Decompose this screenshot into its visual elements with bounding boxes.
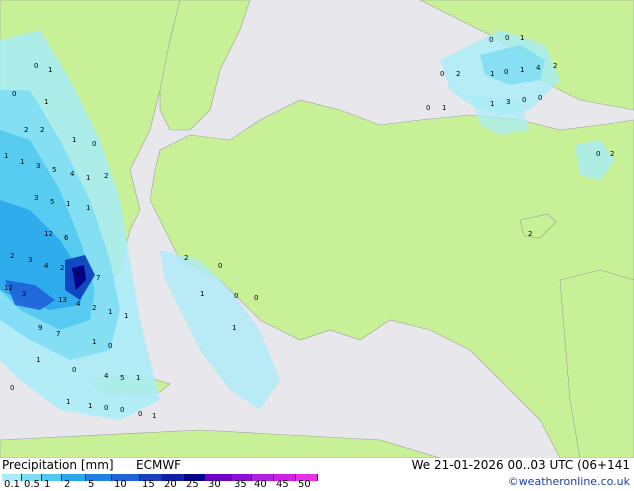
scale-label: 2 <box>64 479 71 490</box>
map-label: 0 <box>218 262 222 270</box>
map-label: 5 <box>52 166 56 174</box>
map-label: 1 <box>490 70 494 78</box>
map-label: 2 <box>24 126 28 134</box>
scale-label: 50 <box>298 479 311 490</box>
map-label: 12 <box>4 284 13 292</box>
map-label: 7 <box>56 330 60 338</box>
scale-label: 1 <box>44 479 51 490</box>
map-label: 1 <box>86 204 90 212</box>
map-label: 0 <box>10 384 14 392</box>
map-label: 1 <box>442 104 446 112</box>
map-label: 4 <box>76 300 81 308</box>
scale-label: 35 <box>234 479 247 490</box>
map-label: 1 <box>200 290 204 298</box>
map-label: 2 <box>456 70 460 78</box>
map-label: 0 <box>12 90 16 98</box>
map-label: 1 <box>520 66 524 74</box>
map-label: 1 <box>4 152 8 160</box>
map-label: 1 <box>20 158 24 166</box>
map-label: 3 <box>36 162 40 170</box>
scale-label: 30 <box>208 479 221 490</box>
map-label: 3 <box>28 256 32 264</box>
map-label: 7 <box>96 274 100 282</box>
map-label: 1 <box>66 200 70 208</box>
map-label: 1 <box>72 136 76 144</box>
map-label: 1 <box>520 34 524 42</box>
map-label: 0 <box>596 150 600 158</box>
map-label: 1 <box>88 402 92 410</box>
map-label: 1 <box>92 338 96 346</box>
scale-label: 40 <box>254 479 267 490</box>
map-label: 6 <box>64 234 69 242</box>
map-label: 4 <box>536 64 541 72</box>
map-label: 0 <box>489 36 493 44</box>
map-label: 0 <box>108 342 112 350</box>
map-label: 1 <box>66 398 70 406</box>
map-label: 4 <box>104 372 109 380</box>
map-label: 0 <box>440 70 444 78</box>
map-label: 0 <box>504 68 508 76</box>
map-label: 1 <box>44 98 48 106</box>
map-label: 0 <box>234 292 238 300</box>
map-label: 1 <box>108 308 112 316</box>
map-label: 0 <box>538 94 542 102</box>
map-label: 0 <box>34 62 38 70</box>
scale-label: 10 <box>114 479 127 490</box>
map-label: 2 <box>553 62 557 70</box>
map-label: 9 <box>38 324 42 332</box>
map-label: 0 <box>72 366 76 374</box>
map-label: 0 <box>254 294 258 302</box>
map-label: 1 <box>136 374 140 382</box>
map-label: 5 <box>120 374 124 382</box>
map-label: 2 <box>40 126 44 134</box>
map-label: 2 <box>92 304 96 312</box>
map-label: 2 <box>184 254 188 262</box>
map-label: 1 <box>86 174 90 182</box>
map-label: 12 <box>44 230 53 238</box>
legend-title: Precipitation [mm] <box>2 458 114 472</box>
map-label: 2 <box>528 230 532 238</box>
map-label: 2 <box>610 150 614 158</box>
map-label: 17 <box>76 270 85 278</box>
scale-label: 0.1 <box>4 479 20 490</box>
map-label: 1 <box>490 100 494 108</box>
map-label: 0 <box>92 140 96 148</box>
scale-label: 5 <box>88 479 95 490</box>
valid-time: We 21-01-2026 00..03 UTC (06+141 <box>411 458 630 472</box>
map-label: 1 <box>48 66 52 74</box>
legend-model: ECMWF <box>136 458 182 472</box>
map-label: 2 <box>60 264 64 272</box>
map-label: 2 <box>104 172 108 180</box>
scale-label: 45 <box>276 479 289 490</box>
scale-label: 20 <box>164 479 177 490</box>
map-label: 1 <box>124 312 128 320</box>
map-label: 0 <box>104 404 108 412</box>
map-label: 13 <box>58 296 67 304</box>
map-label: 1 <box>152 412 156 420</box>
map-label: 0 <box>426 104 430 112</box>
map-label: 1 <box>36 356 40 364</box>
map-label: 3 <box>34 194 38 202</box>
map-label: 0 <box>505 34 509 42</box>
precipitation-map: 0 0 1 0 2 1 0 1 4 2 0 1 1 3 0 0 0 1 0 1 … <box>0 0 634 459</box>
map-label: 5 <box>50 198 54 206</box>
scale-label: 25 <box>186 479 199 490</box>
map-label: 0 <box>120 406 124 414</box>
map-label: 3 <box>506 98 510 106</box>
map-label: 3 <box>22 290 26 298</box>
scale-label: 15 <box>142 479 155 490</box>
legend-footer: Precipitation [mm] ECMWF We 21-01-2026 0… <box>0 458 634 490</box>
credit-link[interactable]: ©weatheronline.co.uk <box>508 475 630 488</box>
map-label: 4 <box>70 170 75 178</box>
map-label: 0 <box>522 96 526 104</box>
scale-label: 0.5 <box>24 479 40 490</box>
map-label: 2 <box>10 252 14 260</box>
map-label: 1 <box>232 324 236 332</box>
map-label: 4 <box>44 262 49 270</box>
map-svg: 0 0 1 0 2 1 0 1 4 2 0 1 1 3 0 0 0 1 0 1 … <box>0 0 634 459</box>
map-label: 0 <box>138 410 142 418</box>
